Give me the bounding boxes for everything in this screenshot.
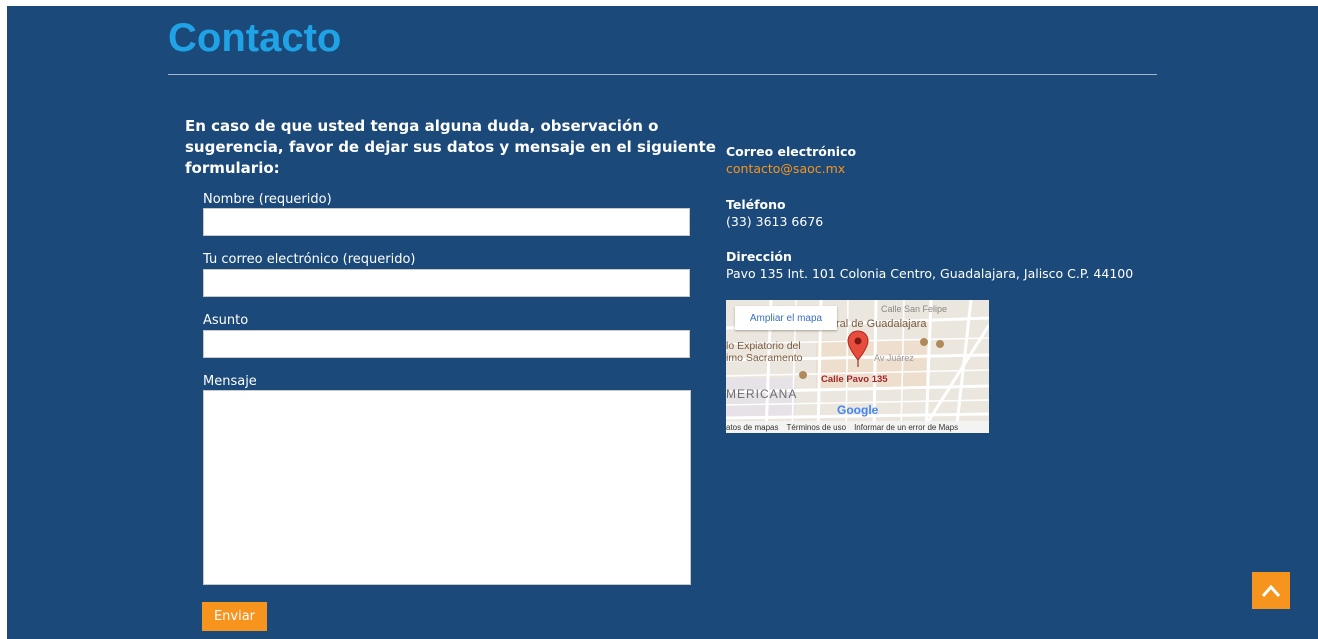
map-label-cathedral: ral de Guadalajara <box>836 318 927 330</box>
phone-info: Teléfono (33) 3613 6676 <box>726 196 823 230</box>
phone-heading: Teléfono <box>726 197 786 212</box>
address-value: Pavo 135 Int. 101 Colonia Centro, Guadal… <box>726 266 1134 281</box>
map-pin-icon[interactable] <box>847 330 869 368</box>
subject-field[interactable] <box>203 330 690 358</box>
email-field[interactable] <box>203 269 690 297</box>
email-link[interactable]: contacto@saoc.mx <box>726 160 856 177</box>
submit-button[interactable]: Enviar <box>202 602 267 631</box>
address-heading: Dirección <box>726 249 792 264</box>
phone-value: (33) 3613 6676 <box>726 214 824 229</box>
email-info: Correo electrónico contacto@saoc.mx <box>726 143 856 177</box>
contact-page: Contacto En caso de que usted tenga algu… <box>7 6 1318 639</box>
message-field[interactable] <box>203 390 691 585</box>
name-field[interactable] <box>203 208 690 236</box>
map-label-temple-2: imo Sacramento <box>726 352 803 364</box>
back-to-top-button[interactable] <box>1252 572 1290 609</box>
map-footer-terms[interactable]: Términos de uso <box>786 423 846 432</box>
map-label-street: Calle San Felipe <box>881 304 948 314</box>
name-label: Nombre (requerido) <box>203 192 332 207</box>
embedded-map[interactable]: Calle San Felipe ral de Guadalajara lo E… <box>726 300 989 433</box>
map-label-pin: Calle Pavo 135 <box>821 374 888 385</box>
map-footer-data[interactable]: atos de mapas <box>726 423 778 432</box>
google-logo: Google <box>837 403 879 417</box>
page-title: Contacto <box>168 16 342 60</box>
chevron-up-icon <box>1261 584 1281 597</box>
address-info: Dirección Pavo 135 Int. 101 Colonia Cent… <box>726 248 1133 282</box>
map-label-temple-1: lo Expiatorio del <box>726 340 801 352</box>
title-divider <box>168 74 1157 75</box>
map-label-neighborhood: MERICANA <box>726 387 798 401</box>
email-heading: Correo electrónico <box>726 144 857 159</box>
message-label: Mensaje <box>203 374 257 389</box>
intro-text: En caso de que usted tenga alguna duda, … <box>185 117 716 177</box>
subject-label: Asunto <box>203 313 249 328</box>
map-label-avenue: Av Juárez <box>874 353 914 363</box>
map-footer-report[interactable]: Informar de un error de Maps <box>854 423 958 432</box>
email-label: Tu correo electrónico (requerido) <box>203 252 416 267</box>
map-footer: atos de mapas Términos de uso Informar d… <box>726 421 989 433</box>
expand-map-button[interactable]: Ampliar el mapa <box>735 306 837 330</box>
